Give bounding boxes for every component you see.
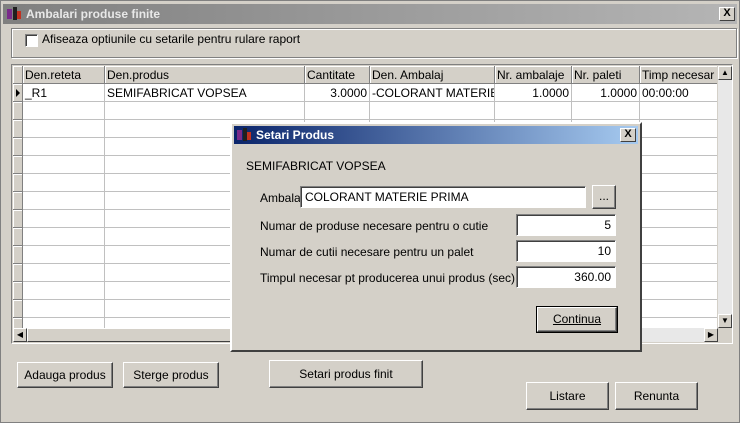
empty-cell[interactable]	[640, 318, 717, 328]
product-settings-dialog: Setari Produs X SEMIFABRICAT VOPSEA Amba…	[230, 122, 642, 352]
empty-cell[interactable]	[640, 120, 717, 138]
scroll-down-icon[interactable]: ▼	[718, 314, 732, 328]
empty-cell[interactable]	[640, 264, 717, 282]
time-field[interactable]: 360.00	[516, 266, 616, 288]
cancel-button[interactable]: Renunta	[615, 382, 698, 410]
row-indicator[interactable]	[13, 210, 23, 228]
row-indicator[interactable]	[13, 264, 23, 282]
row-indicator[interactable]	[13, 120, 23, 138]
empty-cell[interactable]	[23, 156, 105, 174]
table-cell[interactable]: 3.0000	[305, 84, 370, 102]
per-box-label: Numar de produse necesare pentru o cutie	[260, 219, 489, 233]
empty-cell[interactable]	[23, 102, 105, 120]
empty-cell[interactable]	[640, 138, 717, 156]
continue-label: Continua	[552, 312, 602, 326]
empty-cell[interactable]	[495, 102, 572, 120]
col-header-nr-paleti[interactable]: Nr. paleti	[572, 66, 640, 84]
empty-cell[interactable]	[640, 174, 717, 192]
row-indicator[interactable]	[13, 138, 23, 156]
empty-cell[interactable]	[23, 174, 105, 192]
col-header-ambalaj[interactable]: Den. Ambalaj	[370, 66, 495, 84]
row-indicator[interactable]	[13, 192, 23, 210]
table-cell[interactable]: 1.0000	[572, 84, 640, 102]
empty-cell[interactable]	[23, 192, 105, 210]
row-pointer-icon	[16, 89, 20, 97]
empty-cell[interactable]	[305, 102, 370, 120]
empty-cell[interactable]	[23, 246, 105, 264]
col-header-nr-ambalaje[interactable]: Nr. ambalaje	[495, 66, 572, 84]
empty-cell[interactable]	[640, 102, 717, 120]
row-indicator[interactable]	[13, 174, 23, 192]
product-settings-label: Setari produs finit	[299, 367, 393, 381]
empty-cell[interactable]	[105, 102, 305, 120]
empty-cell[interactable]	[23, 300, 105, 318]
close-icon[interactable]: X	[719, 7, 735, 21]
list-label: Listare	[549, 389, 586, 403]
list-button[interactable]: Listare	[526, 382, 609, 410]
app-icon	[7, 7, 21, 20]
empty-cell[interactable]	[640, 156, 717, 174]
show-settings-checkbox[interactable]	[25, 34, 38, 47]
col-header-timp[interactable]: Timp necesar	[640, 66, 717, 84]
col-header-cantitate[interactable]: Cantitate	[305, 66, 370, 84]
vertical-scrollbar[interactable]: ▲ ▼	[718, 66, 732, 328]
empty-cell[interactable]	[640, 228, 717, 246]
empty-cell[interactable]	[572, 102, 640, 120]
empty-cell[interactable]	[23, 228, 105, 246]
time-label: Timpul necesar pt producerea unui produs…	[260, 271, 516, 285]
row-indicator[interactable]	[13, 246, 23, 264]
dialog-close-icon[interactable]: X	[620, 128, 636, 142]
empty-cell[interactable]	[23, 138, 105, 156]
col-header-reteta[interactable]: Den.reteta	[23, 66, 105, 84]
cancel-label: Renunta	[633, 389, 680, 403]
empty-cell[interactable]	[640, 192, 717, 210]
table-cell[interactable]: 00:00:00	[640, 84, 717, 102]
row-indicator[interactable]	[13, 102, 23, 120]
dialog-product-name: SEMIFABRICAT VOPSEA	[246, 159, 386, 173]
empty-cell[interactable]	[370, 102, 495, 120]
browse-packaging-button[interactable]: ...	[592, 185, 616, 209]
add-product-button[interactable]: Adauga produs	[17, 362, 113, 388]
add-product-label: Adauga produs	[24, 368, 106, 382]
dialog-title-bar: Setari Produs X	[234, 126, 638, 144]
col-header-produs[interactable]: Den.produs	[105, 66, 305, 84]
table-cell[interactable]: SEMIFABRICAT VOPSEA	[105, 84, 305, 102]
row-indicator[interactable]	[13, 228, 23, 246]
scroll-left-icon[interactable]: ◀	[13, 328, 27, 342]
row-indicator[interactable]	[13, 84, 23, 102]
empty-cell[interactable]	[640, 210, 717, 228]
empty-cell[interactable]	[23, 264, 105, 282]
continue-button[interactable]: Continua	[536, 306, 618, 333]
table-cell[interactable]: _R1	[23, 84, 105, 102]
row-indicator[interactable]	[13, 282, 23, 300]
empty-cell[interactable]	[23, 210, 105, 228]
empty-cell[interactable]	[23, 318, 105, 328]
per-pallet-label: Numar de cutii necesare pentru un palet	[260, 245, 474, 259]
window-title: Ambalari produse finite	[26, 7, 161, 21]
empty-cell[interactable]	[640, 282, 717, 300]
scroll-up-icon[interactable]: ▲	[718, 66, 732, 80]
packaging-label: Ambalaj	[260, 191, 304, 205]
header-corner	[13, 66, 23, 84]
empty-cell[interactable]	[640, 246, 717, 264]
row-indicator[interactable]	[13, 300, 23, 318]
product-settings-button[interactable]: Setari produs finit	[269, 360, 423, 388]
title-bar: Ambalari produse finite X	[3, 4, 737, 24]
packaging-field[interactable]: COLORANT MATERIE PRIMA	[300, 186, 586, 208]
show-settings-label: Afiseaza optiunile cu setarile pentru ru…	[42, 32, 301, 46]
table-cell[interactable]: -COLORANT MATERIE	[370, 84, 495, 102]
empty-cell[interactable]	[23, 120, 105, 138]
row-indicator[interactable]	[13, 156, 23, 174]
row-indicator[interactable]	[13, 318, 23, 328]
delete-product-button[interactable]: Sterge produs	[123, 362, 219, 388]
per-box-field[interactable]: 5	[516, 214, 616, 236]
empty-cell[interactable]	[23, 282, 105, 300]
delete-product-label: Sterge produs	[133, 368, 209, 382]
table-cell[interactable]: 1.0000	[495, 84, 572, 102]
empty-cell[interactable]	[640, 300, 717, 318]
per-pallet-field[interactable]: 10	[516, 240, 616, 262]
scroll-right-icon[interactable]: ▶	[704, 328, 718, 342]
dialog-app-icon	[237, 128, 251, 141]
dialog-title: Setari Produs	[256, 128, 335, 142]
